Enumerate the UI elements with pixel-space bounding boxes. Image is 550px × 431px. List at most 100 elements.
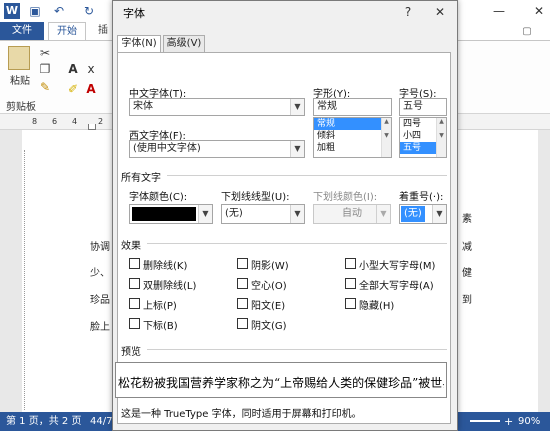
outline-checkbox[interactable] <box>237 278 248 289</box>
chinese-font-value: 宋体 <box>133 101 153 112</box>
zoom-slider[interactable] <box>470 420 500 422</box>
preview-box: 松花粉被我国营养学家称之为“上帝赐给人类的保健珍品”被世界称为 <box>115 362 447 398</box>
window-close-icon[interactable]: ✕ <box>532 4 546 18</box>
tab-file[interactable]: 文件 <box>0 22 44 40</box>
small-caps-checkbox[interactable] <box>345 258 356 269</box>
emphasis-select[interactable]: (无) ▼ <box>399 204 447 224</box>
divider <box>147 243 447 244</box>
clipboard-group-label: 剪贴板 <box>6 102 36 113</box>
preview-text: 松花粉被我国营养学家称之为“上帝赐给人类的保健珍品”被世界称为 <box>118 376 444 390</box>
word-logo-icon: W <box>4 3 20 19</box>
strikethrough-checkbox[interactable] <box>129 258 140 269</box>
page-count[interactable]: 第 1 页，共 2 页 <box>6 412 81 431</box>
doc-line: 素 <box>462 214 472 225</box>
dialog-title: 字体 <box>123 7 145 20</box>
doc-line: 珍品 <box>90 295 110 306</box>
chevron-down-icon[interactable]: ▼ <box>290 99 304 115</box>
chevron-down-icon[interactable]: ▼ <box>290 205 304 223</box>
preview-heading: 预览 <box>121 347 141 358</box>
zoom-in-icon[interactable]: + <box>504 412 513 431</box>
emphasis-label: 着重号(·): <box>399 192 444 203</box>
outline-label: 空心(O) <box>251 281 287 292</box>
style-option[interactable]: 倾斜 <box>314 130 391 142</box>
font-dialog: 字体 ? ✕ 字体(N) 高级(V) 中文字体(T): 宋体 ▼ 字形(Y): … <box>112 0 458 431</box>
highlight-icon[interactable]: ✐ <box>66 82 80 96</box>
ruler-mark: 4 <box>72 117 78 126</box>
underline-color-select: 自动 ▼ <box>313 204 391 224</box>
cut-icon[interactable]: ✂ <box>38 46 52 60</box>
save-icon[interactable]: ▣ <box>28 4 42 18</box>
all-caps-checkbox[interactable] <box>345 278 356 289</box>
subscript-checkbox[interactable] <box>129 318 140 329</box>
underline-color-label: 下划线颜色(I): <box>313 192 378 203</box>
style-scrollbar[interactable]: ▲ ▼ <box>381 118 391 157</box>
paste-icon[interactable] <box>8 46 30 70</box>
format-painter-icon[interactable]: ✎ <box>38 80 52 94</box>
superscript-checkbox[interactable] <box>129 298 140 309</box>
shadow-checkbox[interactable] <box>237 258 248 269</box>
chevron-down-icon: ▼ <box>376 205 390 223</box>
engrave-label: 阴文(G) <box>251 321 287 332</box>
hidden-checkbox[interactable] <box>345 298 356 309</box>
paste-button-label[interactable]: 粘贴 <box>10 72 30 87</box>
style-input[interactable]: 常规 <box>313 98 392 116</box>
divider <box>167 175 447 176</box>
all-text-heading: 所有文字 <box>121 173 161 184</box>
underline-style-select[interactable]: (无) ▼ <box>221 204 305 224</box>
underline-color-value: 自动 <box>342 208 362 219</box>
dialog-tabs: 字体(N) 高级(V) <box>117 35 451 53</box>
underline-style-value: (无) <box>225 208 243 219</box>
emphasis-value: (无) <box>401 206 425 222</box>
tab-insert[interactable]: 插 <box>98 22 108 40</box>
minimize-icon[interactable]: — <box>492 4 506 18</box>
undo-icon[interactable]: ↶ <box>52 4 66 18</box>
font-color-label: 字体颜色(C): <box>129 192 188 203</box>
style-option[interactable]: 加粗 <box>314 142 391 154</box>
style-option[interactable]: 常规 <box>314 118 391 130</box>
help-icon[interactable]: ? <box>399 3 417 21</box>
engrave-checkbox[interactable] <box>237 318 248 329</box>
emboss-checkbox[interactable] <box>237 298 248 309</box>
doc-line: 减 <box>462 242 472 253</box>
subscript-label: 下标(B) <box>143 321 178 332</box>
chinese-font-select[interactable]: 宋体 ▼ <box>129 98 305 116</box>
doc-line: 少、 <box>90 268 110 279</box>
truetype-note: 这是一种 TrueType 字体，同时适用于屏幕和打印机。 <box>121 409 362 420</box>
close-icon[interactable]: ✕ <box>431 3 449 21</box>
strikethrough-label: 删除线(K) <box>143 261 188 272</box>
western-font-value: (使用中文字体) <box>133 143 201 154</box>
size-list[interactable]: 四号 小四 五号 ▲ ▼ <box>399 117 447 158</box>
size-input[interactable]: 五号 <box>399 98 447 116</box>
text-effects-icon[interactable]: A <box>66 62 80 76</box>
margin-line <box>24 150 25 410</box>
ribbon-collapse-icon[interactable]: ▢ <box>520 25 534 39</box>
size-scrollbar[interactable]: ▲ ▼ <box>436 118 446 157</box>
style-list[interactable]: 常规 倾斜 加粗 ▲ ▼ <box>313 117 392 158</box>
zoom-level[interactable]: 90% <box>518 412 540 431</box>
font-color-icon[interactable]: A <box>84 82 98 96</box>
font-color-picker[interactable]: ▼ <box>129 204 213 224</box>
chevron-down-icon[interactable]: ▼ <box>198 205 212 223</box>
effects-heading: 效果 <box>121 241 141 252</box>
small-caps-label: 小型大写字母(M) <box>359 261 436 272</box>
ruler-mark: 2 <box>98 117 104 126</box>
superscript-label: 上标(P) <box>143 301 177 312</box>
color-swatch <box>132 207 196 221</box>
word-count[interactable]: 44/7 <box>90 412 112 431</box>
tab-font[interactable]: 字体(N) <box>117 35 161 53</box>
chevron-down-icon[interactable]: ▼ <box>432 205 446 223</box>
tab-home[interactable]: 开始 <box>48 22 86 41</box>
divider <box>147 349 447 350</box>
chevron-down-icon[interactable]: ▼ <box>290 141 304 157</box>
shadow-label: 阴影(W) <box>251 261 289 272</box>
underline-style-label: 下划线线型(U): <box>221 192 290 203</box>
copy-icon[interactable]: ❐ <box>38 62 52 76</box>
western-font-select[interactable]: (使用中文字体) ▼ <box>129 140 305 158</box>
tab-advanced[interactable]: 高级(V) <box>163 35 205 52</box>
doc-line: 到 <box>462 295 472 306</box>
sub-superscript-icon[interactable]: x <box>84 62 98 76</box>
ruler-mark: 8 <box>32 117 38 126</box>
doc-line: 健 <box>462 268 472 279</box>
redo-icon[interactable]: ↻ <box>82 4 96 18</box>
double-strikethrough-checkbox[interactable] <box>129 278 140 289</box>
